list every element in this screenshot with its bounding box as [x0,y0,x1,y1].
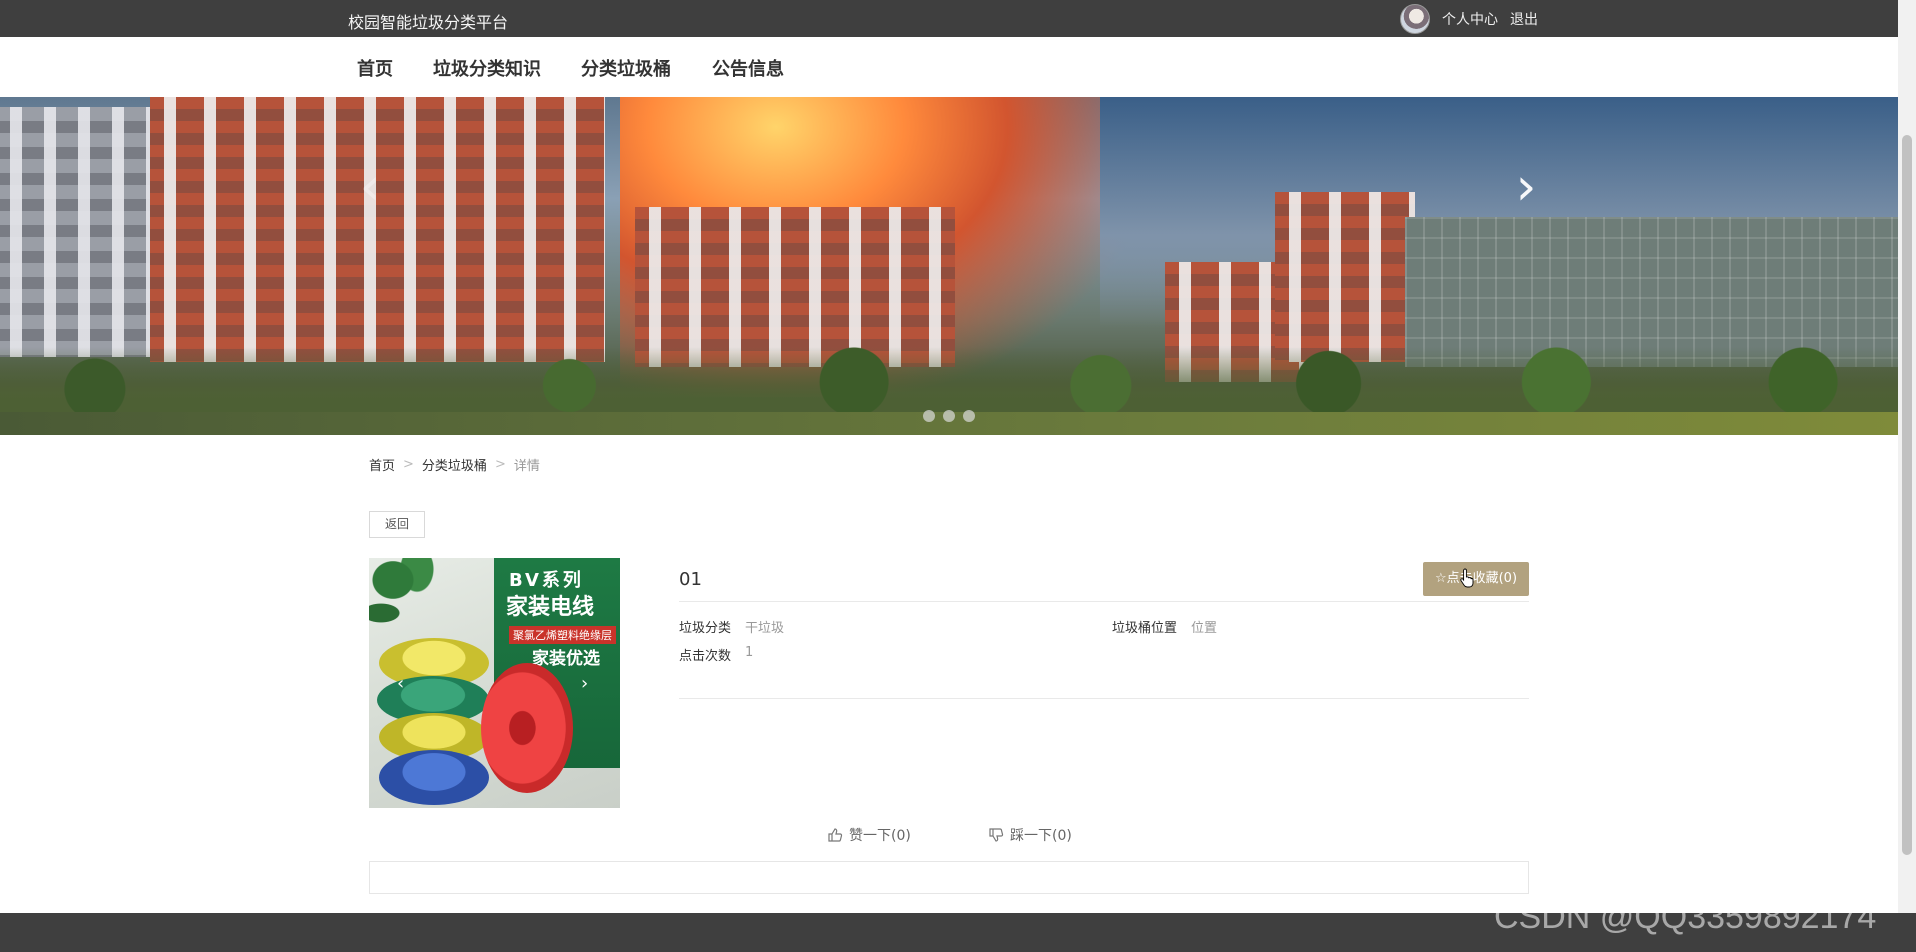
image-prev-icon[interactable]: ‹ [397,673,404,694]
detail-divider [679,601,1529,602]
banner-next-button[interactable]: › [1506,157,1546,217]
red-wire-coil [481,663,573,793]
nav-item-notices[interactable]: 公告信息 [712,55,784,81]
breadcrumb: 首页 > 分类垃圾桶 > 详情 [369,455,540,474]
field-value: 干垃圾 [745,621,785,636]
nav-item-home[interactable]: 首页 [357,55,393,81]
banner-prev-button[interactable]: ‹ [350,157,390,217]
nav-item-bins[interactable]: 分类垃圾桶 [581,55,671,81]
breadcrumb-separator: > [403,457,414,472]
page-scrollbar[interactable] [1898,0,1916,913]
thumbs-down-icon [989,828,1004,842]
banner-building [635,207,955,367]
dislike-label: 踩一下(0) [1010,828,1072,844]
breadcrumb-home[interactable]: 首页 [369,455,395,474]
nav-item-knowledge[interactable]: 垃圾分类知识 [433,55,541,81]
user-area: 个人中心 退出 [1400,4,1538,34]
banner-dot[interactable] [963,410,975,422]
field-location: 垃圾桶位置 位置 [1112,617,1217,636]
banner-carousel: ‹ › [0,97,1898,435]
banner-building [1275,192,1415,362]
field-category: 垃圾分类 干垃圾 [679,617,784,636]
banner-dot[interactable] [943,410,955,422]
banner-dot[interactable] [923,410,935,422]
image-next-icon[interactable]: › [581,673,588,694]
main-nav: 首页 垃圾分类知识 分类垃圾桶 公告信息 [0,37,1898,97]
like-label: 赞一下(0) [849,828,911,844]
field-value: 位置 [1191,621,1218,636]
field-label: 点击次数 [679,649,732,664]
banner-building [0,107,160,357]
back-button[interactable]: 返回 [369,511,425,538]
detail-divider [679,698,1529,699]
dislike-button[interactable]: 踩一下(0) [988,825,1072,845]
field-value: 1 [745,645,754,660]
image-brand-text: 家装电线 [506,595,595,620]
banner-dots [923,410,975,422]
thumbs-up-icon [828,828,843,842]
profile-link[interactable]: 个人中心 [1442,9,1498,29]
banner-building [1405,217,1898,367]
comment-box[interactable] [369,861,1529,894]
top-bar: 校园智能垃圾分类平台 个人中心 退出 [0,0,1916,37]
field-clicks: 点击次数 1 [679,645,753,664]
image-sub-text: 聚氯乙烯塑料绝缘层 [509,626,616,644]
banner-trees [0,347,1898,417]
breadcrumb-current: 详情 [513,459,540,474]
banner-building [150,97,605,362]
field-label: 垃圾分类 [679,621,732,636]
breadcrumb-bins[interactable]: 分类垃圾桶 [422,455,487,474]
favorite-button[interactable]: ☆点击收藏(0) [1423,562,1529,596]
product-image: BV系列 家装电线 聚氯乙烯塑料绝缘层 家装优选 ‹ › [369,558,620,808]
site-title: 校园智能垃圾分类平台 [348,13,509,32]
field-label: 垃圾桶位置 [1112,621,1178,636]
like-button[interactable]: 赞一下(0) [827,825,911,845]
scrollbar-thumb[interactable] [1902,135,1912,855]
breadcrumb-separator: > [494,457,506,472]
detail-title: 01 [679,569,702,590]
blue-wire-coil [379,750,489,805]
hand-cursor-icon [1460,568,1474,588]
user-avatar[interactable] [1400,4,1430,34]
image-tag-text: 家装优选 [532,649,600,669]
watermark: CSDN @QQ3359892174 [1494,898,1877,936]
logout-link[interactable]: 退出 [1510,9,1538,29]
